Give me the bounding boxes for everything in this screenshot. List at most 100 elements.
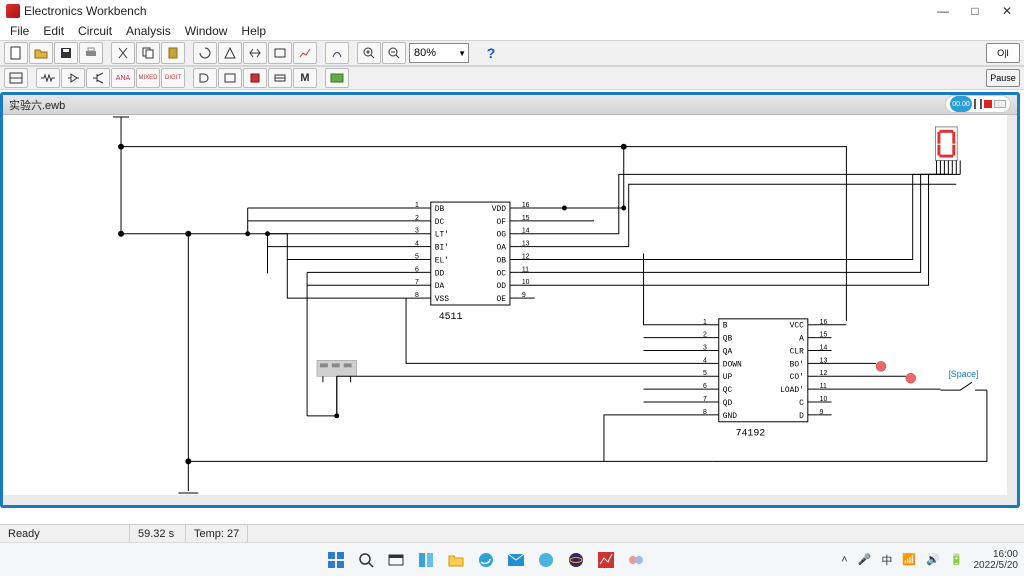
svg-text:LT': LT' bbox=[435, 231, 449, 240]
digital-ics-bin[interactable]: DIGIT bbox=[161, 68, 185, 88]
svg-text:OD: OD bbox=[496, 282, 506, 291]
menu-help[interactable]: Help bbox=[235, 23, 272, 39]
mail-icon[interactable] bbox=[506, 550, 526, 570]
status-time: 59.32 s bbox=[130, 525, 186, 542]
seven-seg-display bbox=[935, 127, 960, 175]
analog-ics-bin[interactable]: ANA bbox=[111, 68, 135, 88]
minimize-button[interactable]: — bbox=[936, 4, 950, 18]
indicator-co bbox=[906, 373, 916, 383]
ewb-app-icon[interactable] bbox=[596, 550, 616, 570]
graph-button[interactable] bbox=[293, 42, 317, 64]
sources-bin[interactable] bbox=[4, 68, 28, 88]
vertical-scrollbar[interactable] bbox=[1007, 115, 1017, 505]
flip-v-button[interactable] bbox=[243, 42, 267, 64]
help-button[interactable]: ? bbox=[480, 43, 502, 63]
zoom-select[interactable]: 80% ▼ bbox=[409, 43, 469, 63]
indicators-bin[interactable] bbox=[243, 68, 267, 88]
taskbar-center bbox=[326, 550, 646, 570]
svg-text:QA: QA bbox=[723, 347, 733, 356]
app-title: Electronics Workbench bbox=[24, 4, 936, 18]
svg-text:EL': EL' bbox=[435, 256, 449, 265]
svg-text:DD: DD bbox=[435, 269, 445, 278]
sim-pause-icon[interactable] bbox=[974, 99, 982, 109]
svg-text:CO': CO' bbox=[790, 373, 804, 382]
svg-text:VSS: VSS bbox=[435, 295, 449, 304]
rotate-button[interactable] bbox=[193, 42, 217, 64]
svg-text:4511: 4511 bbox=[439, 311, 463, 322]
copy-button[interactable] bbox=[136, 42, 160, 64]
pause-button[interactable]: Pause bbox=[986, 69, 1020, 87]
svg-text:BI': BI' bbox=[435, 244, 449, 253]
print-button[interactable] bbox=[79, 42, 103, 64]
status-bar: Ready 59.32 s Temp: 27 bbox=[0, 524, 1024, 542]
browser2-icon[interactable] bbox=[536, 550, 556, 570]
schematic-canvas[interactable]: 4511 1DB2DC3LT'4BI'5EL'6DD7DA8VSS 16VDD1… bbox=[3, 115, 1007, 495]
eclipse-icon[interactable] bbox=[566, 550, 586, 570]
tray-time: 16:00 bbox=[974, 549, 1019, 560]
open-button[interactable] bbox=[29, 42, 53, 64]
svg-text:OB: OB bbox=[496, 256, 506, 265]
tray-date: 2022/5/20 bbox=[974, 560, 1019, 571]
basic-bin[interactable] bbox=[36, 68, 60, 88]
chip-74192[interactable]: 74192 1B2QB3QA4DOWN5UP6QC7QD8GND 16VCC15… bbox=[703, 319, 827, 439]
tray-clock[interactable]: 16:00 2022/5/20 bbox=[974, 549, 1019, 571]
svg-text:LOAD': LOAD' bbox=[780, 386, 804, 395]
maximize-button[interactable]: □ bbox=[968, 4, 982, 18]
start-icon[interactable] bbox=[326, 550, 346, 570]
zoom-value: 80% bbox=[414, 47, 436, 59]
tray-wifi-icon[interactable]: 📶 bbox=[902, 553, 916, 566]
sim-edit-icon[interactable] bbox=[994, 100, 1006, 108]
component-toolbar: ANA MIXED DIGIT M Pause bbox=[0, 66, 1024, 90]
close-button[interactable]: ✕ bbox=[1000, 4, 1014, 18]
tray-mic-icon[interactable]: 🎤 bbox=[858, 553, 872, 566]
svg-text:QB: QB bbox=[723, 335, 733, 344]
menu-circuit[interactable]: Circuit bbox=[72, 23, 118, 39]
sim-time-badge[interactable]: 00.00 bbox=[950, 96, 972, 112]
menu-bar: File Edit Circuit Analysis Window Help bbox=[0, 22, 1024, 40]
tray-volume-icon[interactable]: 🔊 bbox=[926, 553, 940, 566]
svg-text:DA: DA bbox=[435, 282, 445, 291]
flip-h-button[interactable] bbox=[218, 42, 242, 64]
svg-text:VDD: VDD bbox=[492, 205, 506, 214]
cut-button[interactable] bbox=[111, 42, 135, 64]
space-switch[interactable]: [Space] bbox=[940, 369, 987, 390]
tray-battery-icon[interactable]: 🔋 bbox=[950, 553, 964, 566]
status-ready: Ready bbox=[0, 525, 130, 542]
misc-bin[interactable]: M bbox=[293, 68, 317, 88]
menu-analysis[interactable]: Analysis bbox=[120, 23, 177, 39]
mixed-ics-bin[interactable]: MIXED bbox=[136, 68, 160, 88]
subcircuit-button[interactable] bbox=[268, 42, 292, 64]
explorer-icon[interactable] bbox=[446, 550, 466, 570]
task-view-icon[interactable] bbox=[386, 550, 406, 570]
zoom-in-button[interactable] bbox=[357, 42, 381, 64]
menu-edit[interactable]: Edit bbox=[37, 23, 70, 39]
document-filename: 实验六.ewb bbox=[9, 97, 65, 113]
indicator-bo bbox=[876, 361, 886, 371]
svg-text:VCC: VCC bbox=[790, 322, 804, 331]
edge-icon[interactable] bbox=[476, 550, 496, 570]
menu-file[interactable]: File bbox=[4, 23, 35, 39]
search-icon[interactable] bbox=[356, 550, 376, 570]
simulate-switch[interactable]: O|I bbox=[986, 43, 1020, 63]
logic-gates-bin[interactable] bbox=[193, 68, 217, 88]
menu-window[interactable]: Window bbox=[179, 23, 234, 39]
component-props-button[interactable] bbox=[325, 42, 349, 64]
tray-lang[interactable]: 中 bbox=[881, 552, 892, 568]
diode-bin[interactable] bbox=[61, 68, 85, 88]
save-button[interactable] bbox=[54, 42, 78, 64]
chip-4511[interactable]: 4511 1DB2DC3LT'4BI'5EL'6DD7DA8VSS 16VDD1… bbox=[415, 202, 530, 322]
transistor-bin[interactable] bbox=[86, 68, 110, 88]
new-button[interactable] bbox=[4, 42, 28, 64]
digital-bin[interactable] bbox=[218, 68, 242, 88]
widgets-icon[interactable] bbox=[416, 550, 436, 570]
zoom-out-button[interactable] bbox=[382, 42, 406, 64]
tray-chevron-icon[interactable]: ˄ bbox=[841, 554, 847, 566]
instruments-bin[interactable] bbox=[325, 68, 349, 88]
controls-bin[interactable] bbox=[268, 68, 292, 88]
paste-button[interactable] bbox=[161, 42, 185, 64]
svg-text:OC: OC bbox=[496, 269, 506, 278]
chevron-down-icon: ▼ bbox=[458, 49, 468, 58]
app2-icon[interactable] bbox=[626, 550, 646, 570]
horizontal-scrollbar[interactable] bbox=[3, 495, 1007, 505]
sim-stop-icon[interactable] bbox=[984, 100, 992, 108]
